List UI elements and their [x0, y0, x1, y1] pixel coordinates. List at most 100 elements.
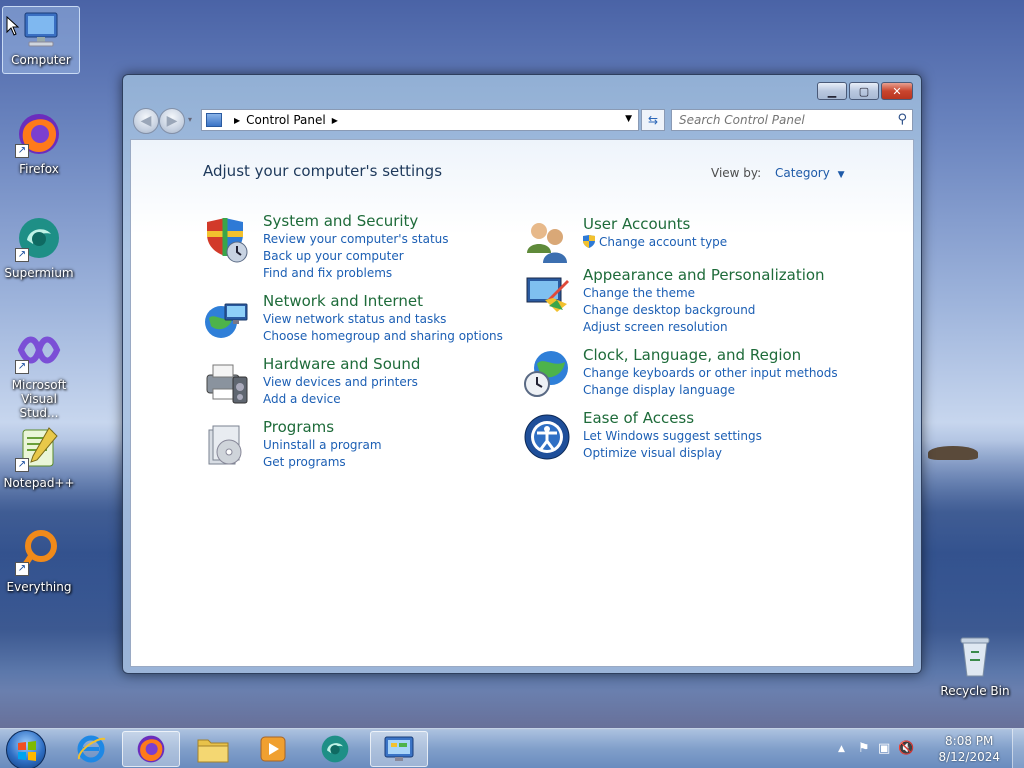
desktop-icon-supermium[interactable]: ↗ Supermium — [0, 214, 78, 280]
desktop-icon-firefox[interactable]: ↗ Firefox — [0, 110, 78, 176]
breadcrumb-arrow-icon[interactable]: ▶ — [234, 116, 240, 125]
category-link[interactable]: Change display language — [583, 382, 883, 399]
taskbar-supermium[interactable] — [306, 731, 364, 767]
forward-button[interactable]: ▶ — [159, 108, 185, 134]
category-text: System and Security Review your computer… — [263, 211, 563, 282]
desktop-icon-label: Firefox — [19, 162, 59, 176]
supermium-icon: ↗ — [15, 214, 63, 262]
category-link[interactable]: Choose homegroup and sharing options — [263, 328, 563, 345]
category-link[interactable]: Get programs — [263, 454, 563, 471]
address-bar[interactable]: ▶ Control Panel ▶ ▼ — [201, 109, 639, 131]
taskbar-explorer[interactable] — [184, 731, 242, 767]
category-link[interactable]: Optimize visual display — [583, 445, 883, 462]
supermium-icon — [321, 735, 349, 763]
globe-clock-icon[interactable] — [523, 350, 571, 398]
programs-icon[interactable] — [203, 422, 251, 470]
category-title[interactable]: Clock, Language, and Region — [583, 345, 883, 365]
window-controls: ▁ ▢ ✕ — [817, 82, 913, 100]
desktop-icon-label: Microsoft Visual Stud... — [11, 378, 67, 420]
category-title[interactable]: Programs — [263, 417, 563, 437]
search-icon[interactable]: ⚲ — [897, 112, 907, 127]
category-link[interactable]: Let Windows suggest settings — [583, 428, 883, 445]
firefox-icon — [137, 735, 165, 763]
users-icon[interactable] — [523, 219, 571, 267]
maximize-button[interactable]: ▢ — [849, 82, 879, 100]
taskbar: ▲ ⚑ ▣ 🔇 8:08 PM 8/12/2024 — [0, 728, 1024, 768]
category-link[interactable]: View network status and tasks — [263, 311, 563, 328]
category-text: Programs Uninstall a program Get program… — [263, 417, 563, 471]
shortcut-arrow-icon: ↗ — [15, 562, 29, 576]
action-center-flag-icon[interactable]: ⚑ — [858, 741, 870, 756]
shield-icon[interactable] — [203, 216, 251, 264]
category-title[interactable]: Network and Internet — [263, 291, 563, 311]
shortcut-arrow-icon: ↗ — [15, 458, 29, 472]
show-hidden-icons-icon[interactable]: ▲ — [838, 744, 845, 754]
view-by-dropdown[interactable]: Category — [775, 166, 830, 180]
show-desktop-button[interactable] — [1012, 729, 1024, 768]
printer-icon[interactable] — [203, 359, 251, 407]
category-link[interactable]: Uninstall a program — [263, 437, 563, 454]
taskbar-internet-explorer[interactable] — [62, 731, 120, 767]
desktop-icon-label: Computer — [11, 53, 71, 67]
uac-shield-icon — [583, 235, 595, 248]
address-dropdown-icon[interactable]: ▼ — [625, 114, 632, 124]
desktop-icon-label: Supermium — [4, 266, 74, 280]
appearance-icon[interactable] — [523, 270, 571, 318]
desktop-icon-label: Everything — [6, 580, 72, 594]
category-link[interactable]: View devices and printers — [263, 374, 563, 391]
volume-muted-icon[interactable]: 🔇 — [898, 741, 914, 756]
network-icon[interactable] — [203, 296, 251, 344]
category-link[interactable]: Review your computer's status — [263, 231, 563, 248]
category-text: User Accounts Change account type — [583, 214, 883, 251]
category-title[interactable]: Hardware and Sound — [263, 354, 563, 374]
category-text: Appearance and Personalization Change th… — [583, 265, 883, 336]
desktop-icon-notepadpp[interactable]: ↗ Notepad++ — [0, 424, 78, 490]
back-button[interactable]: ◀ — [133, 108, 159, 134]
windows-logo-icon — [18, 741, 36, 761]
system-tray: ▲ ⚑ ▣ 🔇 8:08 PM 8/12/2024 — [834, 729, 1024, 768]
network-tray-icon[interactable]: ▣ — [878, 741, 890, 756]
category-text: Network and Internet View network status… — [263, 291, 563, 345]
category-link[interactable]: Add a device — [263, 391, 563, 408]
category-link[interactable]: Change the theme — [583, 285, 883, 302]
ease-of-access-icon[interactable] — [523, 413, 571, 461]
desktop-icon-recycle-bin[interactable]: Recycle Bin — [936, 632, 1014, 698]
category-text: Clock, Language, and Region Change keybo… — [583, 345, 883, 399]
category-link[interactable]: Change account type — [583, 234, 883, 251]
clock[interactable]: 8:08 PM 8/12/2024 — [938, 733, 1000, 765]
breadcrumb-control-panel[interactable]: Control Panel — [246, 113, 326, 127]
refresh-button[interactable]: ⇆ — [641, 109, 665, 131]
taskbar-firefox[interactable] — [122, 731, 180, 767]
minimize-button[interactable]: ▁ — [817, 82, 847, 100]
category-title[interactable]: User Accounts — [583, 214, 883, 234]
category-link-text[interactable]: Change account type — [599, 235, 727, 249]
taskbar-media-player[interactable] — [244, 731, 302, 767]
category-link[interactable]: Change desktop background — [583, 302, 883, 319]
category-link[interactable]: Back up your computer — [263, 248, 563, 265]
breadcrumb-arrow-icon[interactable]: ▶ — [332, 116, 338, 125]
desktop-icon-visual-studio[interactable]: ↗ Microsoft Visual Stud... — [0, 326, 78, 420]
mouse-cursor-icon — [6, 16, 20, 36]
category-link[interactable]: Find and fix problems — [263, 265, 563, 282]
everything-icon: ↗ — [15, 528, 63, 576]
desktop-icon-everything[interactable]: ↗ Everything — [0, 528, 78, 594]
shortcut-arrow-icon: ↗ — [15, 248, 29, 262]
close-button[interactable]: ✕ — [881, 82, 913, 100]
computer-icon — [19, 11, 63, 49]
internet-explorer-icon — [77, 735, 106, 763]
category-link[interactable]: Change keyboards or other input methods — [583, 365, 883, 382]
start-button[interactable] — [6, 730, 46, 768]
control-panel-window[interactable]: ▁ ▢ ✕ ◀ ▶ ▾ ▶ Control Panel ▶ ▼ ⇆ ⚲ Adju… — [122, 74, 922, 674]
search-input[interactable] — [679, 113, 889, 127]
search-box[interactable]: ⚲ — [671, 109, 913, 131]
chevron-down-icon[interactable]: ▼ — [838, 170, 845, 180]
category-title[interactable]: System and Security — [263, 211, 563, 231]
category-link[interactable]: Adjust screen resolution — [583, 319, 883, 336]
taskbar-control-panel[interactable] — [370, 731, 428, 767]
category-title[interactable]: Ease of Access — [583, 408, 883, 428]
shortcut-arrow-icon: ↗ — [15, 360, 29, 374]
recent-pages-icon[interactable]: ▾ — [188, 115, 192, 124]
category-title[interactable]: Appearance and Personalization — [583, 265, 883, 285]
view-by-label: View by: — [711, 166, 762, 180]
explorer-icon — [197, 739, 229, 763]
